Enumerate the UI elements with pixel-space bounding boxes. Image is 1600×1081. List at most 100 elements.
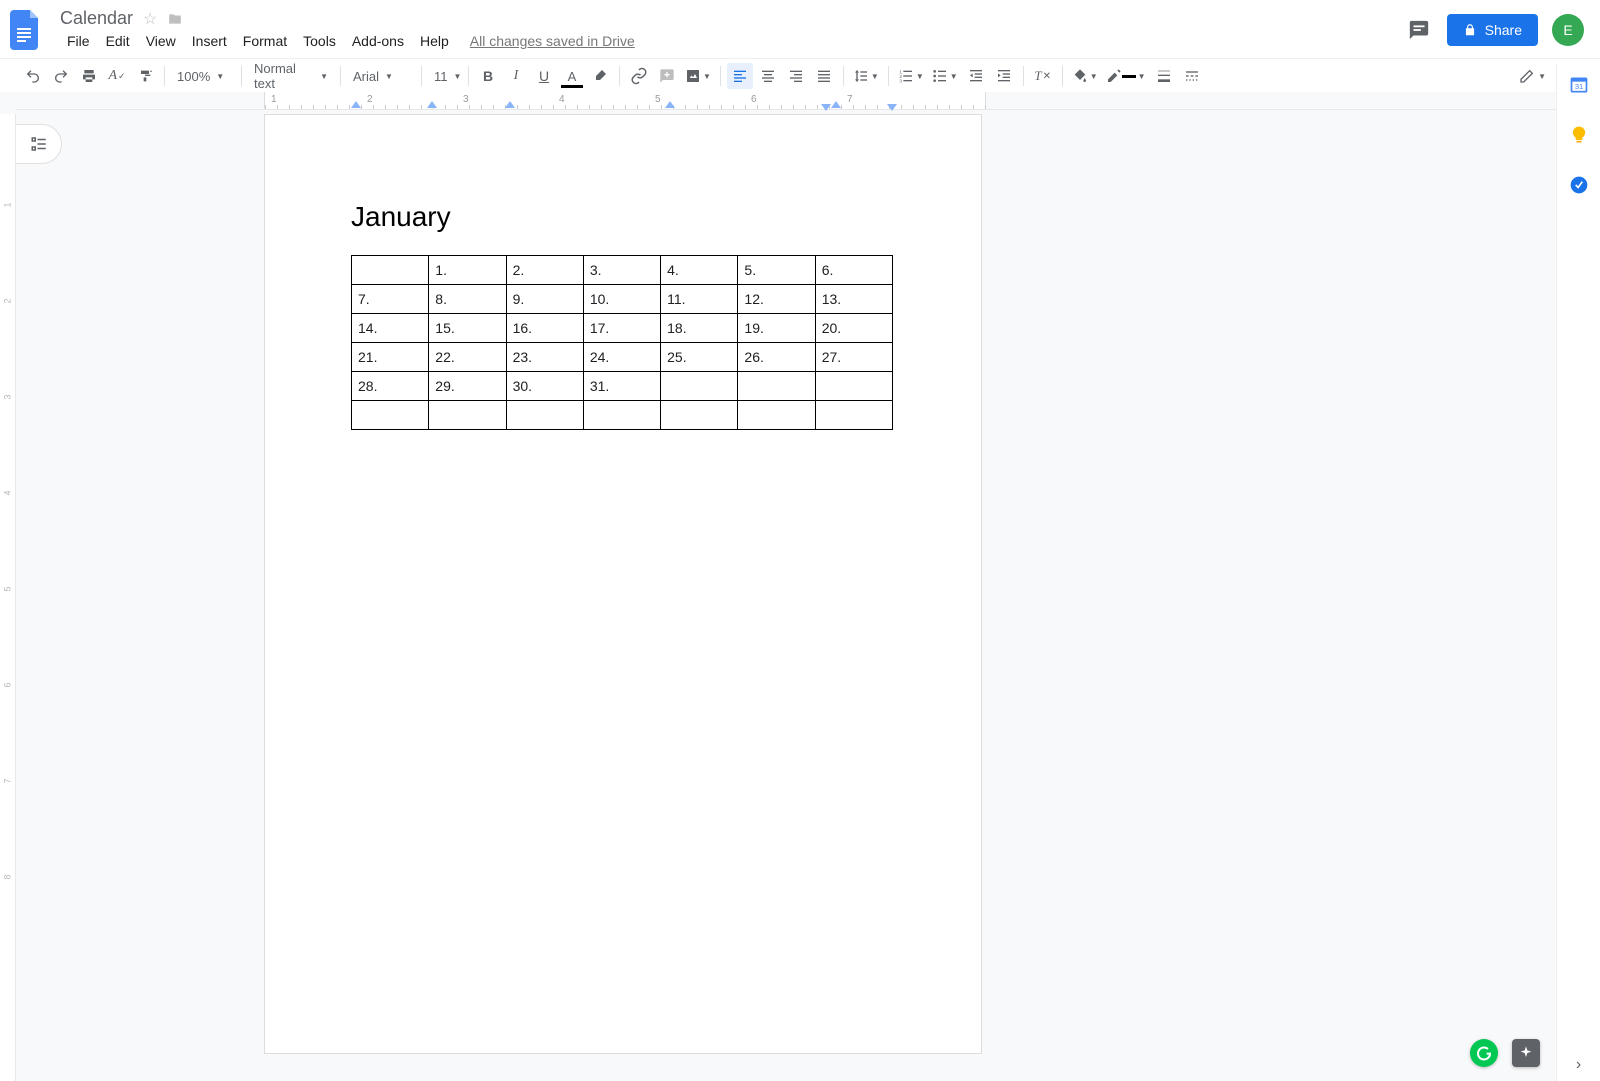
table-cell[interactable]: 7. bbox=[352, 285, 429, 314]
clear-formatting-button[interactable]: T✕ bbox=[1030, 63, 1056, 89]
tasks-addon[interactable] bbox=[1568, 174, 1590, 196]
table-cell[interactable]: 13. bbox=[815, 285, 892, 314]
comments-button[interactable] bbox=[1405, 16, 1433, 44]
table-cell[interactable]: 15. bbox=[429, 314, 506, 343]
share-button[interactable]: Share bbox=[1447, 14, 1538, 46]
table-cell[interactable]: 17. bbox=[583, 314, 660, 343]
menu-tools[interactable]: Tools bbox=[296, 29, 343, 53]
fill-color-button[interactable]: ▼ bbox=[1069, 63, 1101, 89]
paragraph-style-select[interactable]: Normal text▼ bbox=[248, 63, 334, 89]
docs-logo[interactable] bbox=[6, 10, 46, 50]
table-cell[interactable]: 9. bbox=[506, 285, 583, 314]
table-cell[interactable]: 23. bbox=[506, 343, 583, 372]
increase-indent-button[interactable] bbox=[991, 63, 1017, 89]
document-title[interactable]: Calendar bbox=[60, 8, 133, 29]
table-cell[interactable]: 24. bbox=[583, 343, 660, 372]
border-color-button[interactable]: ▼ bbox=[1103, 63, 1149, 89]
menu-edit[interactable]: Edit bbox=[99, 29, 137, 53]
undo-button[interactable] bbox=[20, 63, 46, 89]
table-cell[interactable] bbox=[815, 372, 892, 401]
account-avatar[interactable]: E bbox=[1552, 14, 1584, 46]
document-page[interactable]: January 1.2.3.4.5.6. 7.8.9.10.11.12.13. 14… bbox=[264, 114, 982, 1054]
table-cell[interactable]: 21. bbox=[352, 343, 429, 372]
table-cell[interactable] bbox=[661, 401, 738, 430]
table-cell[interactable] bbox=[506, 401, 583, 430]
editing-mode-button[interactable]: ▼ bbox=[1516, 63, 1549, 89]
table-cell[interactable]: 10. bbox=[583, 285, 660, 314]
table-cell[interactable]: 22. bbox=[429, 343, 506, 372]
align-left-button[interactable] bbox=[727, 63, 753, 89]
table-cell[interactable]: 6. bbox=[815, 256, 892, 285]
table-cell[interactable]: 11. bbox=[661, 285, 738, 314]
italic-button[interactable]: I bbox=[503, 63, 529, 89]
table-cell[interactable] bbox=[815, 401, 892, 430]
text-color-button[interactable]: A bbox=[559, 63, 585, 89]
horizontal-ruler[interactable]: 1234567 bbox=[16, 92, 1556, 110]
table-cell[interactable]: 18. bbox=[661, 314, 738, 343]
calendar-table[interactable]: 1.2.3.4.5.6.7.8.9.10.11.12.13.14.15.16.1… bbox=[351, 255, 893, 430]
spellcheck-button[interactable]: A✓ bbox=[104, 63, 130, 89]
underline-button[interactable]: U bbox=[531, 63, 557, 89]
vertical-ruler[interactable]: 12345678 bbox=[0, 114, 16, 1081]
grammarly-button[interactable] bbox=[1470, 1039, 1498, 1067]
menu-help[interactable]: Help bbox=[413, 29, 456, 53]
menu-insert[interactable]: Insert bbox=[185, 29, 234, 53]
table-cell[interactable]: 3. bbox=[583, 256, 660, 285]
border-dash-button[interactable] bbox=[1179, 63, 1205, 89]
paint-format-button[interactable] bbox=[132, 63, 158, 89]
calendar-addon[interactable]: 31 bbox=[1568, 74, 1590, 96]
save-status[interactable]: All changes saved in Drive bbox=[470, 33, 635, 49]
table-cell[interactable]: 19. bbox=[738, 314, 815, 343]
table-cell[interactable] bbox=[429, 401, 506, 430]
explore-button[interactable] bbox=[1512, 1039, 1540, 1067]
table-cell[interactable]: 2. bbox=[506, 256, 583, 285]
table-cell[interactable]: 30. bbox=[506, 372, 583, 401]
star-icon[interactable]: ☆ bbox=[143, 9, 157, 29]
table-cell[interactable] bbox=[352, 401, 429, 430]
table-cell[interactable]: 8. bbox=[429, 285, 506, 314]
insert-link-button[interactable] bbox=[626, 63, 652, 89]
table-cell[interactable] bbox=[583, 401, 660, 430]
align-right-button[interactable] bbox=[783, 63, 809, 89]
font-size-select[interactable]: 11▼ bbox=[428, 63, 462, 89]
align-center-button[interactable] bbox=[755, 63, 781, 89]
decrease-indent-button[interactable] bbox=[963, 63, 989, 89]
table-cell[interactable] bbox=[661, 372, 738, 401]
move-folder-icon[interactable] bbox=[167, 12, 183, 26]
numbered-list-button[interactable]: 123▼ bbox=[895, 63, 927, 89]
side-panel-expand[interactable]: › bbox=[1568, 1059, 1590, 1081]
highlight-button[interactable] bbox=[587, 63, 613, 89]
bold-button[interactable]: B bbox=[475, 63, 501, 89]
insert-comment-button[interactable] bbox=[654, 63, 680, 89]
table-cell[interactable]: 4. bbox=[661, 256, 738, 285]
table-cell[interactable]: 12. bbox=[738, 285, 815, 314]
keep-addon[interactable] bbox=[1568, 124, 1590, 146]
table-cell[interactable]: 28. bbox=[352, 372, 429, 401]
table-cell[interactable] bbox=[352, 256, 429, 285]
bulleted-list-button[interactable]: ▼ bbox=[929, 63, 961, 89]
table-cell[interactable] bbox=[738, 401, 815, 430]
table-cell[interactable]: 25. bbox=[661, 343, 738, 372]
table-cell[interactable]: 27. bbox=[815, 343, 892, 372]
redo-button[interactable] bbox=[48, 63, 74, 89]
menu-addons[interactable]: Add-ons bbox=[345, 29, 411, 53]
table-cell[interactable]: 16. bbox=[506, 314, 583, 343]
table-cell[interactable]: 31. bbox=[583, 372, 660, 401]
menu-file[interactable]: File bbox=[60, 29, 97, 53]
table-cell[interactable]: 1. bbox=[429, 256, 506, 285]
table-cell[interactable]: 20. bbox=[815, 314, 892, 343]
border-width-button[interactable] bbox=[1151, 63, 1177, 89]
table-cell[interactable] bbox=[738, 372, 815, 401]
table-cell[interactable]: 5. bbox=[738, 256, 815, 285]
menu-view[interactable]: View bbox=[139, 29, 183, 53]
align-justify-button[interactable] bbox=[811, 63, 837, 89]
print-button[interactable] bbox=[76, 63, 102, 89]
insert-image-button[interactable]: ▼ bbox=[682, 63, 714, 89]
heading[interactable]: January bbox=[351, 201, 895, 233]
zoom-select[interactable]: 100%▼ bbox=[171, 63, 235, 89]
outline-toggle[interactable] bbox=[16, 124, 62, 164]
table-cell[interactable]: 14. bbox=[352, 314, 429, 343]
menu-format[interactable]: Format bbox=[236, 29, 294, 53]
table-cell[interactable]: 29. bbox=[429, 372, 506, 401]
table-cell[interactable]: 26. bbox=[738, 343, 815, 372]
